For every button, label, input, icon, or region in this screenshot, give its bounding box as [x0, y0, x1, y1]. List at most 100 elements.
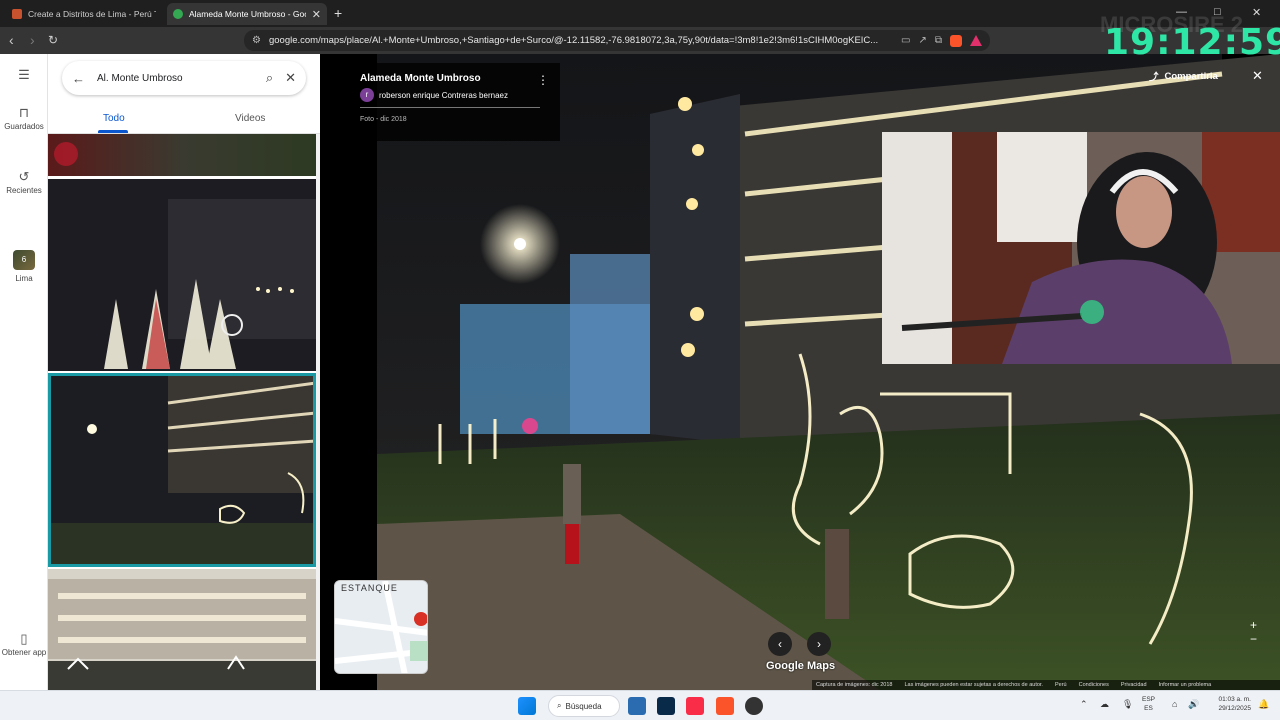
- share-button[interactable]: ⤴ Compartirla: [1141, 64, 1229, 88]
- photo-author[interactable]: r roberson enrique Contreras bernaez: [360, 88, 540, 108]
- lang-bottom: ES: [1144, 705, 1153, 712]
- music-icon[interactable]: [686, 697, 704, 715]
- taskbar-search[interactable]: ⌕ Búsqueda: [548, 695, 620, 717]
- minimap-image: [335, 581, 427, 673]
- avatar: r: [360, 88, 374, 102]
- rail-label-lima: Lima: [15, 274, 33, 283]
- author-name: roberson enrique Contreras bernaez: [379, 90, 508, 100]
- back-icon[interactable]: ‹: [9, 32, 14, 48]
- photo-thumbnail-selected[interactable]: [48, 373, 316, 567]
- site-info-icon[interactable]: ⚙: [252, 35, 261, 46]
- forward-icon[interactable]: ›: [30, 32, 35, 48]
- zoom-in-icon[interactable]: +: [1250, 618, 1257, 632]
- history-icon: ↺: [18, 169, 30, 184]
- rail-label-recent: Recientes: [6, 186, 42, 195]
- clock-date: 29/12/2025: [1218, 705, 1251, 712]
- address-bar[interactable]: ⚙ google.com/maps/place/Al.+Monte+Umbros…: [244, 30, 990, 51]
- photo-image: [48, 569, 316, 690]
- place-title[interactable]: Alameda Monte Umbroso: [360, 73, 540, 84]
- photo-image: [48, 179, 316, 371]
- photo-info-card: Alameda Monte Umbroso r roberson enrique…: [340, 63, 560, 141]
- photo-date: Foto - dic 2018: [360, 116, 407, 123]
- new-tab-button[interactable]: +: [334, 5, 342, 21]
- lang-top: ESP: [1142, 696, 1156, 703]
- obs-icon[interactable]: [745, 697, 763, 715]
- tab-title: Create a Distritos de Lima - Perú Tier: [28, 9, 156, 19]
- reload-icon[interactable]: ↻: [48, 33, 58, 47]
- rail-item-recent[interactable]: ↺ Recientes: [0, 169, 48, 196]
- share-page-icon[interactable]: ↗: [918, 35, 926, 46]
- copyright-notice: Las imágenes pueden estar sujetas a dere…: [904, 682, 1043, 688]
- search-icon: ⌕: [557, 701, 562, 710]
- tab-videos[interactable]: Videos: [235, 113, 265, 124]
- share-icon: ⤴: [1149, 72, 1159, 83]
- microphone-icon[interactable]: 🎙: [1122, 699, 1133, 710]
- terms-link[interactable]: Condiciones: [1079, 682, 1109, 688]
- taskbar-search-label: Búsqueda: [565, 701, 602, 711]
- browser-tab-2[interactable]: Alameda Monte Umbroso - Goo ✕: [167, 3, 327, 25]
- minimap-label: ESTANQUE: [341, 583, 398, 593]
- search-input[interactable]: Al. Monte Umbroso: [97, 73, 254, 84]
- maps-side-rail: ☰ ⊓ Guardados ↺ Recientes 6 Lima ▯ Obten…: [0, 54, 48, 690]
- zoom-controls[interactable]: + −: [1250, 618, 1257, 646]
- cast-icon[interactable]: ▭: [901, 35, 910, 46]
- photo-tabs: Todo Videos: [48, 104, 320, 134]
- rail-item-lima[interactable]: 6 Lima: [0, 250, 48, 284]
- webcam-overlay: [882, 132, 1280, 364]
- search-icon[interactable]: ⌕: [266, 70, 273, 86]
- network-icon[interactable]: ⌂: [1172, 699, 1177, 709]
- close-icon[interactable]: ✕: [285, 70, 296, 86]
- start-icon[interactable]: [518, 697, 536, 715]
- extensions-icon[interactable]: ⧉: [935, 35, 942, 46]
- windows-taskbar: ⌕ Búsqueda ⌃ ☁ 🎙 ESP ES ⌂ 🔊 01:03 a. m. …: [0, 690, 1280, 720]
- back-arrow-icon[interactable]: ←: [72, 71, 85, 86]
- zoom-out-icon[interactable]: −: [1250, 632, 1257, 646]
- photo-thumbnail[interactable]: [48, 179, 316, 371]
- browser-tab-1[interactable]: Create a Distritos de Lima - Perú Tier: [6, 3, 162, 25]
- search-box[interactable]: ← Al. Monte Umbroso ⌕ ✕: [62, 61, 306, 95]
- lima-thumbnail: 6: [13, 250, 35, 270]
- brave-rewards-icon[interactable]: [970, 35, 982, 46]
- tray-chevron-icon[interactable]: ⌃: [1080, 699, 1088, 710]
- file-explorer-icon[interactable]: [628, 697, 646, 715]
- minimap[interactable]: ESTANQUE: [334, 580, 428, 674]
- volume-icon[interactable]: 🔊: [1188, 699, 1199, 710]
- clock-time: 01:03 a. m.: [1218, 696, 1251, 703]
- brave-shields-icon[interactable]: [950, 34, 962, 47]
- more-options-icon[interactable]: ⋮: [537, 73, 549, 87]
- next-photo-button[interactable]: ›: [807, 632, 831, 656]
- report-problem-link[interactable]: Informar un problema: [1159, 682, 1212, 688]
- browser-tabbar: Create a Distritos de Lima - Perú Tier A…: [0, 0, 1280, 27]
- browser-toolbar: ‹ › ↻ ⊓ ⚙ google.com/maps/place/Al.+Mont…: [0, 27, 1280, 54]
- onedrive-icon[interactable]: ☁: [1100, 699, 1109, 710]
- capture-date: Captura de imágenes: dic 2018: [816, 682, 893, 688]
- tab-all[interactable]: Todo: [103, 113, 125, 124]
- photo-thumbnail[interactable]: [48, 134, 316, 176]
- active-tab-indicator: [98, 130, 128, 133]
- language-indicator[interactable]: ESP ES: [1142, 695, 1155, 713]
- url-text: google.com/maps/place/Al.+Monte+Umbroso,…: [268, 35, 879, 46]
- close-window-button[interactable]: ✕: [1252, 6, 1261, 19]
- country-link[interactable]: Perú: [1055, 682, 1067, 688]
- privacy-link[interactable]: Privacidad: [1121, 682, 1147, 688]
- tab-favicon-icon: [12, 9, 22, 19]
- rail-item-get-app[interactable]: ▯ Obtener app: [0, 631, 48, 658]
- attribution-footer: Captura de imágenes: dic 2018 Las imágen…: [812, 680, 1280, 690]
- previous-photo-button[interactable]: ‹: [768, 632, 792, 656]
- stream-clock: 19:12:59: [1104, 22, 1280, 63]
- notification-icon[interactable]: 🔔: [1258, 699, 1269, 710]
- webcam-image: [882, 132, 1280, 364]
- close-viewer-icon[interactable]: ✕: [1252, 68, 1263, 84]
- share-label: Compartirla: [1164, 70, 1218, 82]
- photos-panel: ← Al. Monte Umbroso ⌕ ✕ Todo Videos: [48, 54, 320, 690]
- menu-icon[interactable]: ☰: [0, 68, 48, 84]
- bookmark-icon: ⊓: [18, 105, 30, 120]
- brave-browser-icon[interactable]: [716, 697, 734, 715]
- photo-thumbnail[interactable]: [48, 569, 316, 690]
- phone-icon: ▯: [20, 631, 28, 646]
- system-clock[interactable]: 01:03 a. m. 29/12/2025: [1207, 695, 1251, 713]
- photo-viewer[interactable]: [320, 54, 1280, 690]
- photoshop-icon[interactable]: [657, 697, 675, 715]
- close-tab-icon[interactable]: ✕: [312, 8, 321, 21]
- rail-item-saved[interactable]: ⊓ Guardados: [0, 105, 48, 132]
